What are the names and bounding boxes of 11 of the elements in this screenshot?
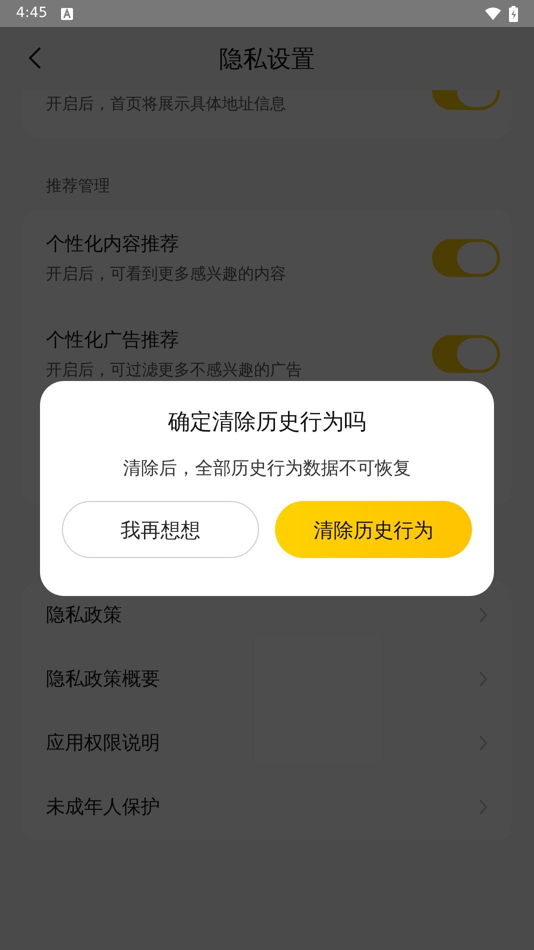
setting-title: 个性化广告推荐 xyxy=(46,328,180,352)
setting-title: 个性化内容推荐 xyxy=(46,232,180,256)
dialog-title: 确定清除历史行为吗 xyxy=(168,409,366,437)
dialog-message: 清除后，全部历史行为数据不可恢复 xyxy=(123,457,411,481)
page-title: 隐私设置 xyxy=(219,44,315,74)
status-time: 4:45 xyxy=(16,4,48,23)
confirm-button[interactable]: 清除历史行为 xyxy=(275,501,472,558)
wifi-icon xyxy=(485,7,501,20)
battery-icon xyxy=(509,6,518,22)
notification-icon xyxy=(61,8,74,20)
cancel-button[interactable]: 我再想想 xyxy=(62,501,259,558)
